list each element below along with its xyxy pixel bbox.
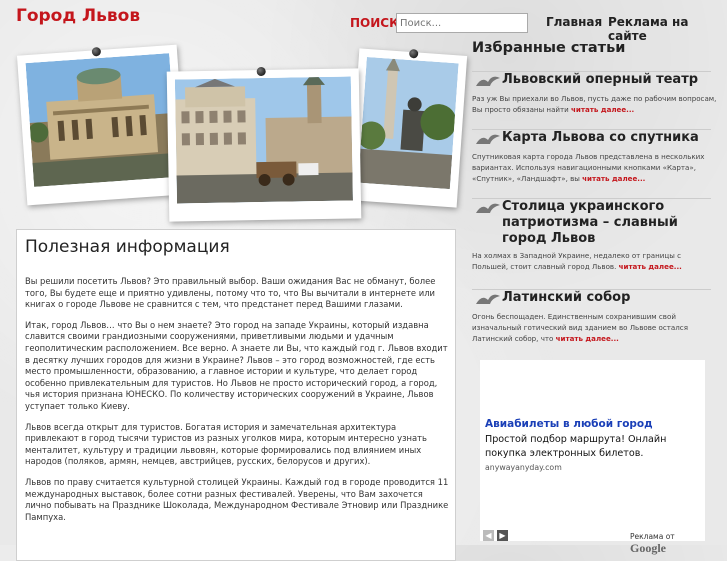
ad-prev-arrow-icon[interactable]: ◀ (483, 530, 494, 541)
read-more-link[interactable]: читать далее... (571, 105, 634, 114)
search-input[interactable] (396, 13, 528, 33)
article-title-link[interactable]: Карта Львова со спутника (502, 130, 699, 146)
ad-url-link[interactable]: anywayanyday.com (485, 463, 562, 472)
pin-icon (91, 46, 102, 57)
pin-icon (256, 66, 266, 77)
sidebar-title: Избранные статьи (472, 40, 626, 56)
ad-title-link[interactable]: Авиабилеты в любой город (485, 418, 653, 430)
bird-icon (472, 74, 502, 90)
ad-text: Простой подбор маршрута! Онлайн покупка … (485, 434, 667, 459)
pin-icon (408, 48, 419, 59)
content-paragraph: Львов всегда открыт для туристов. Богата… (25, 421, 427, 467)
bird-icon (472, 292, 502, 308)
content-paragraph: Вы решили посетить Львов? Это правильный… (25, 276, 436, 310)
photo-monument (348, 48, 468, 208)
article-title-link[interactable]: Латинский собор (502, 290, 630, 306)
photo-opera-theatre (16, 44, 188, 206)
google-logo: Google (630, 541, 666, 555)
read-more-link[interactable]: читать далее... (619, 262, 682, 271)
main-content: Полезная информация Вы решили посетить Л… (16, 229, 456, 561)
ad-by-label: Реклама от (630, 532, 675, 541)
nav-ads-link[interactable]: Реклама на сайте (608, 15, 727, 43)
content-paragraph: Итак, город Львов… что Вы о нем знаете? … (25, 319, 448, 411)
article-title-link[interactable]: Столица украинского патриотизма – славны… (502, 199, 717, 247)
sidebar-article: Карта Львова со спутника Спутниковая кар… (472, 129, 717, 184)
read-more-link[interactable]: читать далее... (582, 174, 645, 183)
ad-attribution[interactable]: Реклама от Google (630, 532, 705, 556)
bird-icon (472, 201, 502, 217)
article-title-link[interactable]: Львовский оперный театр (502, 72, 698, 88)
sidebar: Избранные статьи Львовский оперный театр… (472, 40, 717, 343)
sidebar-article: Столица украинского патриотизма – славны… (472, 198, 717, 272)
search-label: ПОИСК (350, 16, 399, 30)
nav-home-link[interactable]: Главная (546, 15, 602, 29)
photo-city-square (166, 66, 362, 222)
site-title[interactable]: Город Львов (16, 6, 140, 26)
content-text: Вы решили посетить Львов? Это правильный… (25, 276, 449, 532)
ad-block: Авиабилеты в любой город Простой подбор … (480, 360, 705, 555)
content-title: Полезная информация (25, 237, 230, 257)
content-paragraph: Львов по праву считается культурной стол… (25, 476, 449, 522)
bird-icon (472, 132, 502, 148)
sidebar-article: Львовский оперный театр Раз уж Вы приеха… (472, 71, 717, 115)
read-more-link[interactable]: читать далее... (556, 334, 619, 343)
ad-next-arrow-icon[interactable]: ▶ (497, 530, 508, 541)
sidebar-article: Латинский собор Огонь беспощаден. Единст… (472, 289, 717, 344)
